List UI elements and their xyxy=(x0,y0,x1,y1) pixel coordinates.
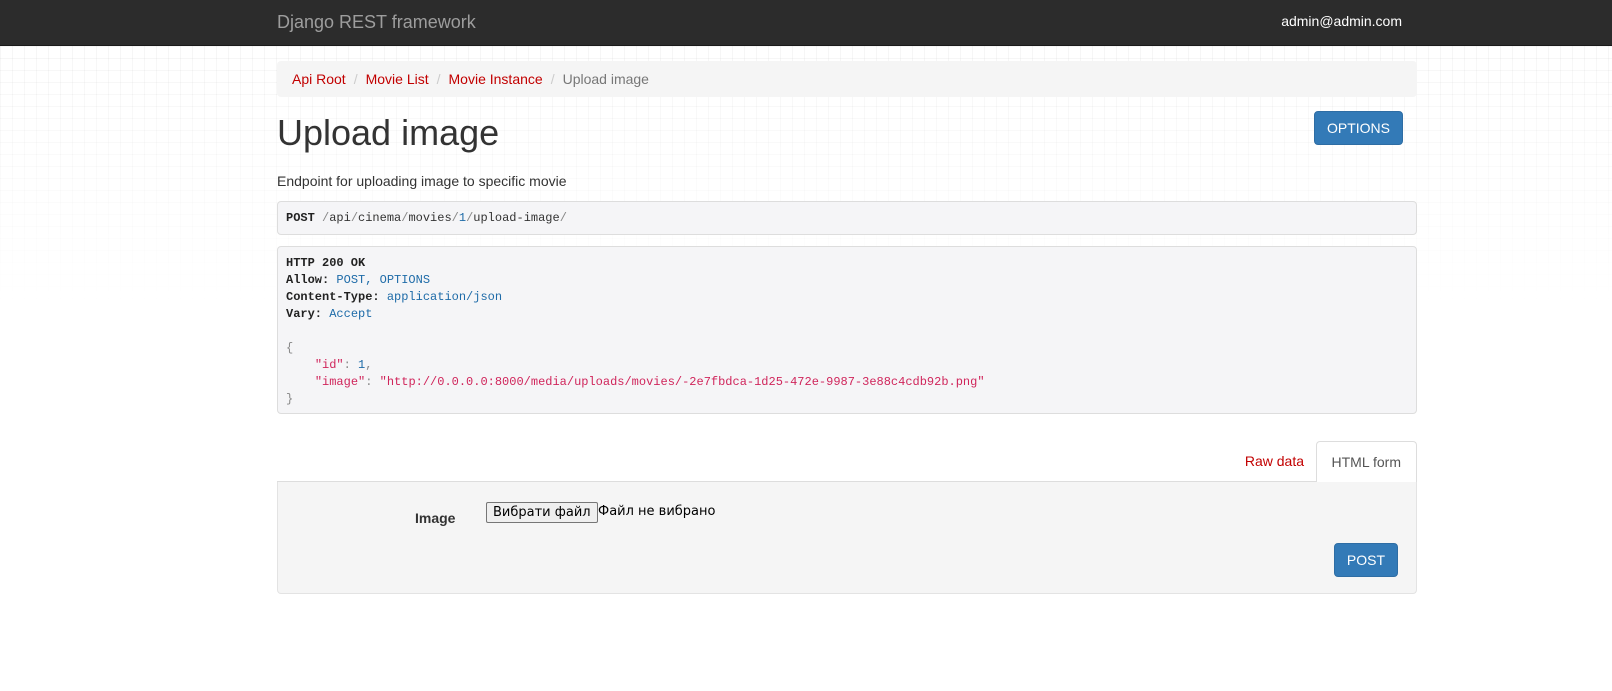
form-tabs: Raw data HTML form xyxy=(277,441,1417,483)
html-form-panel: Image Вибрати файл Файл не вибрано POST xyxy=(277,482,1417,594)
choose-file-button[interactable]: Вибрати файл xyxy=(486,502,598,523)
page-header: Upload image OPTIONS xyxy=(277,111,1417,171)
header-value: Accept xyxy=(329,307,373,321)
breadcrumb-separator: / xyxy=(550,71,555,87)
response-info: HTTP 200 OK Allow: POST, OPTIONS Content… xyxy=(277,246,1417,414)
navbar: Django REST framework admin@admin.com xyxy=(0,0,1612,46)
header-name: Content-Type: xyxy=(286,290,380,304)
path-segment: upload-image xyxy=(473,211,560,225)
json-key: "id" xyxy=(314,358,344,372)
json-value: "http://0.0.0.0:8000/media/uploads/movie… xyxy=(379,375,985,389)
path-segment: api xyxy=(329,211,351,225)
header-name: Allow: xyxy=(286,273,330,287)
options-button[interactable]: OPTIONS xyxy=(1313,111,1403,145)
image-field-label: Image xyxy=(415,510,456,526)
breadcrumb-current: Upload image xyxy=(562,71,649,87)
json-key: "image" xyxy=(314,375,366,389)
tab-raw-data[interactable]: Raw data xyxy=(1230,441,1319,482)
response-status: HTTP 200 OK xyxy=(286,256,366,270)
header-name: Vary: xyxy=(286,307,323,321)
request-info: POST /api/cinema/movies/1/upload-image/ xyxy=(277,201,1417,235)
post-button[interactable]: POST xyxy=(1333,543,1398,577)
path-segment: movies xyxy=(408,211,452,225)
breadcrumb-separator: / xyxy=(353,71,358,87)
page-title: Upload image xyxy=(277,112,500,153)
header-value: POST, OPTIONS xyxy=(336,273,431,287)
request-method: POST xyxy=(286,211,315,225)
file-status-text: Файл не вибрано xyxy=(598,504,716,519)
breadcrumb-movie-instance[interactable]: Movie Instance xyxy=(449,71,543,87)
path-segment: cinema xyxy=(358,211,402,225)
page-description: Endpoint for uploading image to specific… xyxy=(277,173,567,189)
breadcrumb-movie-list[interactable]: Movie List xyxy=(366,71,429,87)
header-value: application/json xyxy=(386,290,503,304)
tab-html-form[interactable]: HTML form xyxy=(1315,441,1417,483)
user-menu[interactable]: admin@admin.com xyxy=(1281,13,1402,29)
brand-link[interactable]: Django REST framework xyxy=(277,12,476,33)
main-content: Api Root / Movie List / Movie Instance /… xyxy=(277,61,1417,594)
path-segment: 1 xyxy=(458,211,467,225)
breadcrumb: Api Root / Movie List / Movie Instance /… xyxy=(277,61,1417,97)
breadcrumb-separator: / xyxy=(436,71,441,87)
breadcrumb-api-root[interactable]: Api Root xyxy=(292,71,346,87)
